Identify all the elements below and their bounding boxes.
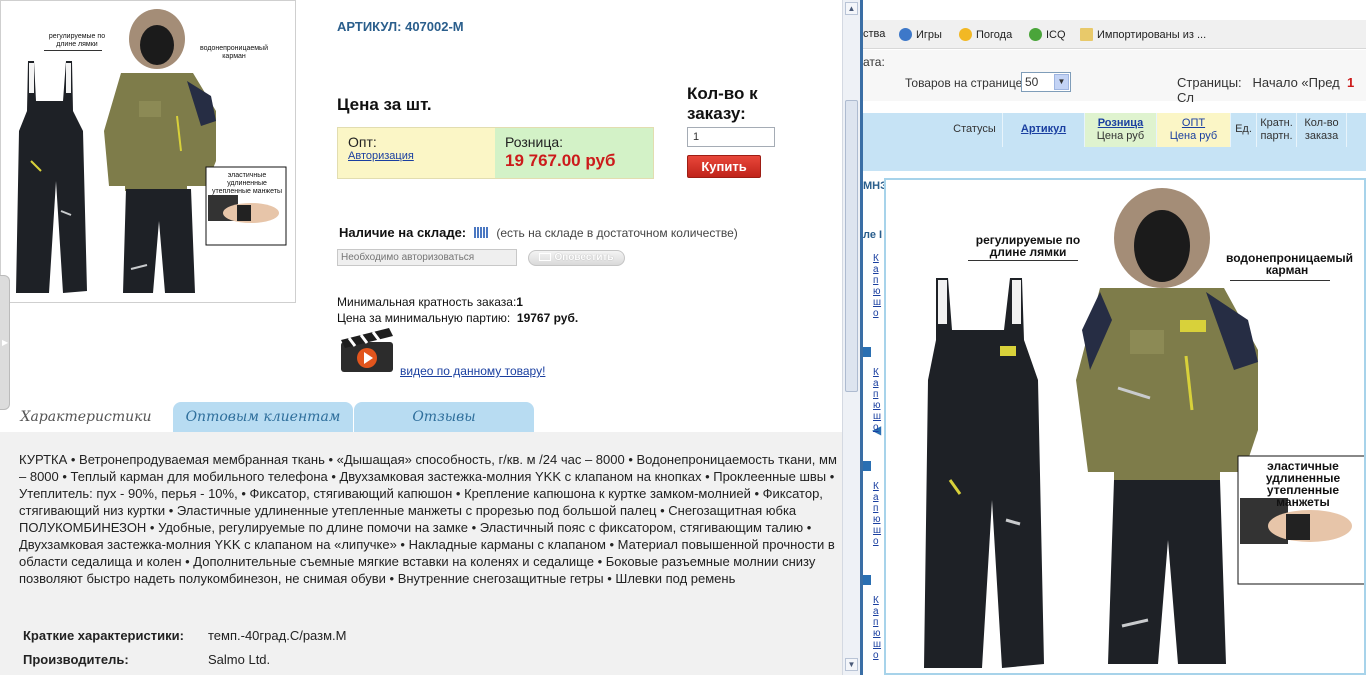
table-subheader xyxy=(863,147,1366,171)
col-multiplicity: Кратн. партн. xyxy=(1257,113,1297,147)
min-batch-label: Цена за минимальную партию: xyxy=(337,311,511,325)
stock-level-icon xyxy=(473,227,489,238)
col-wholesale-sub: Цена руб xyxy=(1169,130,1218,142)
bookmark-icq[interactable]: ICQ xyxy=(1029,28,1066,41)
row-marker xyxy=(863,347,871,357)
stock-note: (есть на складе в достаточном количестве… xyxy=(496,226,738,240)
quantity-input[interactable] xyxy=(687,127,775,147)
folder-icon xyxy=(1080,28,1093,41)
min-multiplicity-value: 1 xyxy=(516,295,523,309)
row-link[interactable]: К а п ю ш о xyxy=(873,595,883,661)
retail-price-cell: Розница: 19 767.00 руб xyxy=(495,128,653,178)
retail-label: Розница: xyxy=(505,134,564,150)
browser-window-right: ства Игры Погода ICQ Импортированы из ..… xyxy=(863,0,1366,675)
notify-button-label: Оповестить xyxy=(554,252,614,263)
video-link[interactable]: видео по данному товару! xyxy=(400,364,545,378)
characteristics-panel: КУРТКА • Ветронепродуваемая мембранная т… xyxy=(0,432,842,675)
per-page-value: 50 xyxy=(1025,75,1039,89)
col-status: Статусы xyxy=(947,113,1003,147)
price-box: Опт: Авторизация Розница: 19 767.00 руб xyxy=(337,127,654,179)
listing-toolbar: ата: Товаров на странице: 50 ▼ Страницы:… xyxy=(863,50,1366,105)
globe-icon xyxy=(899,28,912,41)
bookmark-imported[interactable]: Импортированы из ... xyxy=(1080,28,1206,41)
stock-label: Наличие на складе: xyxy=(339,225,467,240)
notify-button[interactable]: Оповестить xyxy=(528,250,625,266)
scroll-down-icon[interactable]: ▼ xyxy=(845,658,858,671)
scroll-up-icon[interactable]: ▲ xyxy=(845,2,858,15)
article-number: АРТИКУЛ: 407002-М xyxy=(337,19,464,34)
col-retail-sub: Цена руб xyxy=(1096,130,1145,142)
partial-label: ата: xyxy=(863,55,885,69)
scrollbar-thumb[interactable] xyxy=(845,100,858,392)
sun-icon xyxy=(959,28,972,41)
min-multiplicity-label: Минимальная кратность заказа: xyxy=(337,295,517,309)
vertical-scrollbar[interactable]: ▲ ▼ xyxy=(842,0,860,675)
bookmark-games[interactable]: Игры xyxy=(899,28,942,41)
product-description: КУРТКА • Ветронепродуваемая мембранная т… xyxy=(19,452,837,586)
popup-straps-underline xyxy=(968,260,1078,261)
tab-characteristics[interactable]: Характеристики xyxy=(0,402,172,432)
authorization-link[interactable]: Авторизация xyxy=(348,150,485,162)
pages-start[interactable]: Начало xyxy=(1253,75,1298,90)
popup-pocket-underline xyxy=(1230,280,1330,281)
row-link[interactable]: К а п ю ш о xyxy=(873,367,883,433)
per-page-select[interactable]: 50 ▼ xyxy=(1021,72,1071,92)
minimum-order-info: Минимальная кратность заказа:1 Цена за м… xyxy=(337,294,578,326)
envelope-icon xyxy=(539,253,552,261)
catalog-table-header: Статусы Артикул Розница Цена руб ОПТ Цена … xyxy=(863,113,1366,147)
row-link[interactable]: К а п ю ш о xyxy=(873,253,883,319)
table-left-column: МНЭ ле I ◀ К а п ю ш оК а п ю ш оК а п ю… xyxy=(863,171,888,675)
buy-button[interactable]: Купить xyxy=(687,155,761,178)
col-article[interactable]: Артикул xyxy=(1003,113,1085,147)
pages-next[interactable]: Сл xyxy=(1177,90,1194,105)
per-page-label: Товаров на странице: xyxy=(905,76,1026,90)
straps-label-underline xyxy=(44,50,102,51)
popup-pocket-label: водонепроницаемый карман xyxy=(1226,251,1354,277)
row-link[interactable]: К а п ю ш о xyxy=(873,481,883,547)
retail-price: 19 767.00 руб xyxy=(505,151,616,170)
product-thumbnail[interactable]: регулируемые по длине лямки водонепрониц… xyxy=(0,0,296,303)
chevron-down-icon: ▼ xyxy=(1054,74,1069,90)
straps-label: регулируемые по длине лямки xyxy=(48,33,106,48)
pagination: Страницы: Начало «Пред 1 Сл xyxy=(1177,75,1366,105)
tab-reviews[interactable]: Отзывы xyxy=(354,402,534,432)
pocket-label: водонепроницаемый карман xyxy=(199,45,269,60)
quantity-title: Кол-во к заказу: xyxy=(687,84,758,123)
product-image-popup[interactable]: регулируемые по длине лямки водонепрониц… xyxy=(884,178,1366,675)
video-clapper-icon[interactable] xyxy=(339,326,395,374)
partial-section-label-2: ле I xyxy=(863,229,883,241)
short-specs-label: Краткие характеристики: xyxy=(23,628,184,643)
pages-label: Страницы: xyxy=(1177,75,1242,90)
row-marker xyxy=(863,575,871,585)
popup-cuffs-label: эластичные удлиненные утепленные манжеты xyxy=(1265,459,1341,509)
cuffs-label: эластичные удлиненные утепленные манжеты xyxy=(211,172,283,195)
manufacturer-value: Salmo Ltd. xyxy=(208,652,271,667)
col-wholesale[interactable]: ОПТ Цена руб xyxy=(1157,113,1231,147)
bookmarks-bar: ства Игры Погода ICQ Импортированы из ..… xyxy=(863,20,1366,49)
wholesale-label: Опт: xyxy=(348,134,377,150)
col-retail[interactable]: Розница Цена руб xyxy=(1085,113,1157,147)
side-panel-toggle[interactable]: ▶ xyxy=(0,275,10,410)
manufacturer-label: Производитель: xyxy=(23,652,129,667)
wholesale-price-cell: Опт: Авторизация xyxy=(338,128,495,178)
col-order-qty: Кол-во заказа xyxy=(1297,113,1347,147)
pages-prev[interactable]: «Пред xyxy=(1301,75,1339,90)
col-unit: Ед. xyxy=(1231,113,1257,147)
pages-current: 1 xyxy=(1347,75,1355,90)
tab-wholesale-clients[interactable]: Оптовым клиентам xyxy=(173,402,353,432)
stock-availability: Наличие на складе: (есть на складе в дос… xyxy=(339,225,738,240)
bookmark-weather[interactable]: Погода xyxy=(959,28,1012,41)
chevron-right-icon: ▶ xyxy=(2,338,9,347)
min-batch-value: 19767 руб. xyxy=(516,311,579,325)
short-specs-value: темп.-40град.С/разм.M xyxy=(208,628,347,643)
tab-bar: Характеристики Оптовым клиентам Отзывы xyxy=(0,402,842,432)
row-marker xyxy=(863,461,871,471)
price-title: Цена за шт. xyxy=(337,95,432,114)
notify-email-field[interactable] xyxy=(337,249,517,266)
popup-straps-label: регулируемые по длине лямки xyxy=(975,233,1081,259)
product-page: регулируемые по длине лямки водонепрониц… xyxy=(0,0,842,675)
bookmark-partial[interactable]: ства xyxy=(863,28,885,40)
icq-flower-icon xyxy=(1029,28,1042,41)
